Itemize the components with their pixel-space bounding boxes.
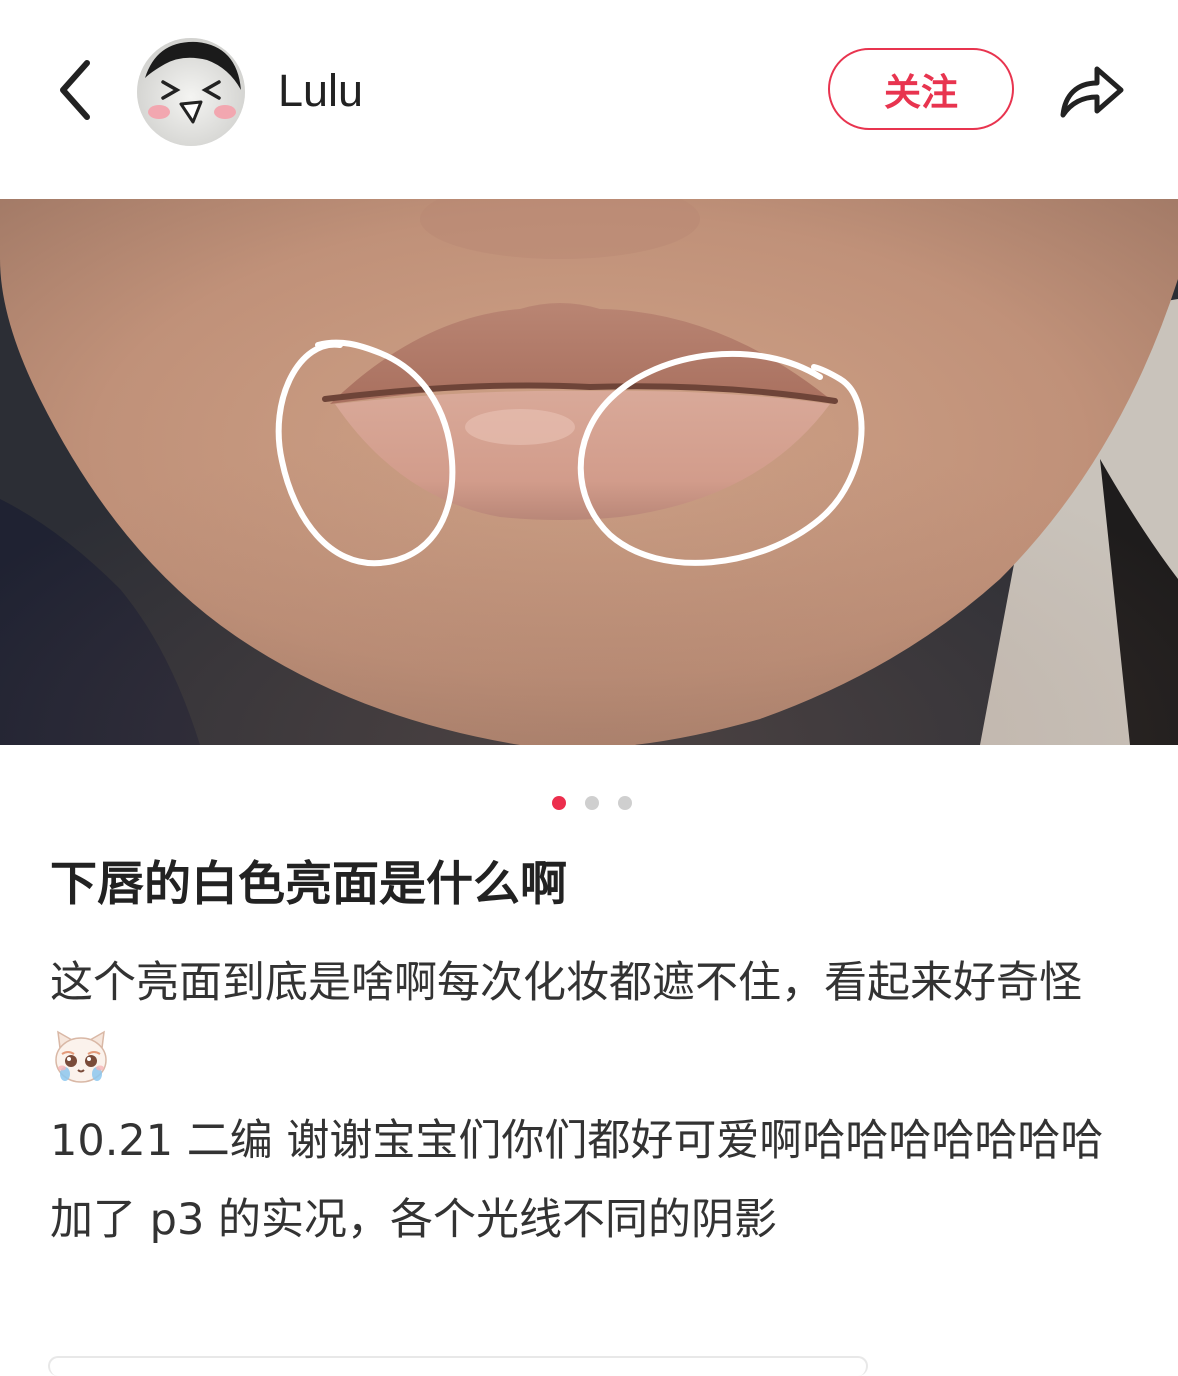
- post-line-text: 这个亮面到底是啥啊每次化妆都遮不住，看起来好奇怪: [50, 958, 1082, 1008]
- avatar[interactable]: [137, 38, 245, 146]
- share-button[interactable]: [1052, 52, 1132, 128]
- lips-photo-image: [0, 199, 1178, 745]
- carousel-dot[interactable]: [585, 796, 599, 810]
- follow-button[interactable]: 关注: [828, 48, 1014, 130]
- post-line: 加了 p3 的实况，各个光线不同的阴影: [50, 1195, 777, 1245]
- post-header: Lulu 关注: [0, 0, 1178, 190]
- post-line: 这个亮面到底是啥啊每次化妆都遮不住，看起来好奇怪: [50, 944, 1140, 1102]
- post-body: 这个亮面到底是啥啊每次化妆都遮不住，看起来好奇怪 10.21 二编 谢谢宝宝们你…: [50, 944, 1140, 1260]
- post-photo[interactable]: [0, 199, 1178, 745]
- post-title: 下唇的白色亮面是什么啊: [50, 857, 567, 912]
- back-button[interactable]: [40, 50, 110, 130]
- carousel-indicator: [0, 796, 1178, 812]
- carousel-dot[interactable]: [618, 796, 632, 810]
- chevron-left-icon: [60, 60, 90, 120]
- share-arrow-icon: [1060, 66, 1124, 118]
- crying-cat-emoji-icon: [55, 1030, 107, 1083]
- comment-box-edge[interactable]: [48, 1356, 868, 1376]
- post-line: 10.21 二编 谢谢宝宝们你们都好可爱啊哈哈哈哈哈哈哈: [50, 1116, 1104, 1166]
- username[interactable]: Lulu: [278, 62, 363, 120]
- avatar-image: [137, 38, 245, 146]
- carousel-dot-active[interactable]: [552, 796, 566, 810]
